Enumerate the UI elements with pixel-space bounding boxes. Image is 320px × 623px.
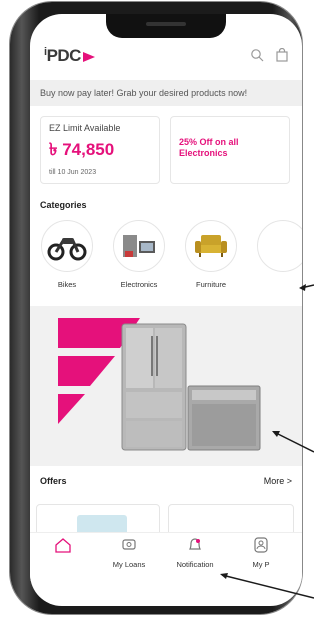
annotation-arrows — [220, 284, 314, 599]
